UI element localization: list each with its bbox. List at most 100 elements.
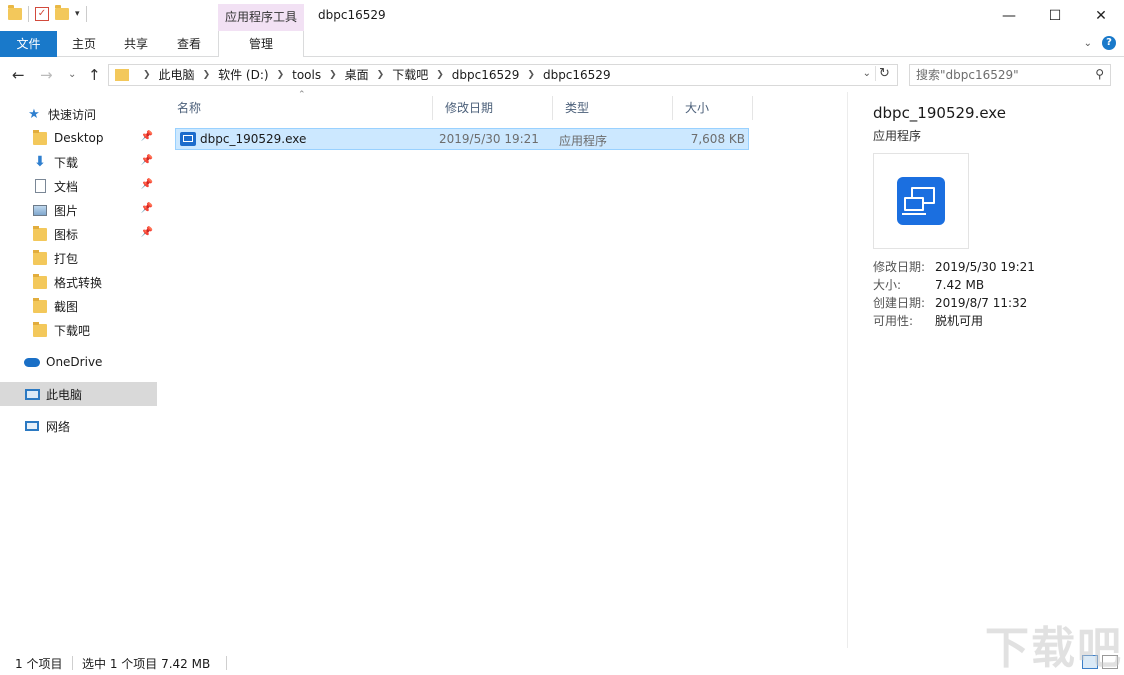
nav-onedrive[interactable]: OneDrive — [0, 350, 157, 374]
tab-share[interactable]: 共享 — [112, 31, 160, 57]
column-header-size[interactable]: 大小 — [673, 96, 753, 120]
property-row: 大小: 7.42 MB — [873, 276, 1035, 294]
properties-icon[interactable]: ✓ — [35, 7, 49, 21]
chevron-right-icon[interactable]: ❯ — [203, 67, 211, 83]
nav-quick-access[interactable]: ★ 快速访问 — [0, 102, 157, 126]
pin-icon[interactable]: 📌 — [141, 155, 153, 166]
context-tab-header: 应用程序工具 — [218, 4, 304, 31]
app-monitor-icon — [897, 177, 945, 225]
property-value: 7.42 MB — [935, 278, 985, 292]
tab-view[interactable]: 查看 — [166, 31, 212, 57]
table-row[interactable]: dbpc_190529.exe 2019/5/30 19:21 应用程序 7,6… — [175, 128, 749, 150]
chevron-right-icon[interactable]: ❯ — [277, 67, 285, 83]
property-key: 创建日期: — [873, 296, 926, 310]
customize-toolbar-chevron-down-icon[interactable]: ▾ — [75, 9, 80, 19]
property-value: 2019/5/30 19:21 — [935, 260, 1035, 274]
breadcrumb: ❯ 此电脑 ❯ 软件 (D:) ❯ tools ❯ 桌面 ❯ 下载吧 ❯ dbp… — [135, 67, 611, 83]
property-row: 修改日期: 2019/5/30 19:21 — [873, 258, 1035, 276]
nav-label: 文档 — [54, 179, 79, 194]
recent-locations-chevron-down-icon[interactable]: ⌄ — [68, 69, 76, 80]
column-header-name[interactable]: 名称 — [165, 96, 433, 120]
nav-item-xiazaiba[interactable]: 下载吧 — [0, 318, 157, 342]
nav-item-downloads[interactable]: ⬇ 下载 📌 — [0, 150, 157, 174]
ribbon-tabs: 文件 主页 共享 查看 管理 ⌄ ? — [0, 31, 1124, 57]
tab-home[interactable]: 主页 — [62, 31, 106, 57]
folder-icon — [115, 69, 129, 81]
address-row: ← → ⌄ ↑ ❯ 此电脑 ❯ 软件 (D:) ❯ tools ❯ 桌面 ❯ 下… — [0, 58, 1124, 92]
pin-icon[interactable]: 📌 — [141, 227, 153, 238]
nav-label: 格式转换 — [54, 275, 103, 290]
ribbon-controls: ⌄ ? — [1084, 36, 1116, 50]
chevron-right-icon[interactable]: ❯ — [436, 67, 444, 83]
chevron-right-icon[interactable]: ❯ — [527, 67, 535, 83]
nav-label: 图标 — [54, 227, 79, 242]
chevron-right-icon[interactable]: ❯ — [143, 67, 151, 83]
nav-item-format-convert[interactable]: 格式转换 — [0, 270, 157, 294]
file-modified: 2019/5/30 19:21 — [439, 132, 539, 146]
search-input[interactable] — [916, 67, 1086, 83]
maximize-button[interactable]: ☐ — [1032, 0, 1078, 31]
breadcrumb-item[interactable]: 桌面 — [345, 67, 369, 83]
pin-icon[interactable]: 📌 — [141, 131, 153, 142]
up-arrow-icon[interactable]: ↑ — [88, 66, 101, 84]
help-icon[interactable]: ? — [1102, 36, 1116, 50]
new-folder-icon[interactable] — [55, 5, 69, 20]
nav-item-documents[interactable]: 文档 📌 — [0, 174, 157, 198]
window-controls: — ☐ ✕ — [986, 0, 1124, 31]
column-header-type[interactable]: 类型 — [553, 96, 673, 120]
breadcrumb-item[interactable]: 下载吧 — [392, 67, 428, 83]
minimize-button[interactable]: — — [986, 0, 1032, 31]
details-properties: 修改日期: 2019/5/30 19:21 大小: 7.42 MB 创建日期: … — [873, 258, 1035, 330]
cloud-icon — [24, 354, 40, 370]
property-value: 2019/8/7 11:32 — [935, 296, 1028, 310]
file-type: 应用程序 — [559, 134, 608, 148]
chevron-right-icon[interactable]: ❯ — [377, 67, 385, 83]
expand-ribbon-chevron-down-icon[interactable]: ⌄ — [1084, 38, 1092, 49]
nav-item-screenshots[interactable]: 截图 — [0, 294, 157, 318]
pin-icon[interactable]: 📌 — [141, 203, 153, 214]
back-arrow-icon[interactable]: ← — [12, 66, 25, 84]
nav-label: 截图 — [54, 299, 79, 314]
file-size: 7,608 KB — [690, 132, 745, 146]
property-value: 脱机可用 — [935, 314, 984, 328]
pin-icon[interactable]: 📌 — [141, 179, 153, 190]
breadcrumb-item[interactable]: 此电脑 — [159, 67, 195, 83]
tab-manage[interactable]: 管理 — [218, 31, 304, 57]
property-row: 创建日期: 2019/8/7 11:32 — [873, 294, 1035, 312]
breadcrumb-item[interactable]: tools — [292, 67, 321, 83]
refresh-icon[interactable]: ↻ — [875, 66, 893, 81]
folder-icon — [32, 321, 48, 338]
file-name: dbpc_190529.exe — [200, 132, 307, 146]
status-bar: 1 个项目 选中 1 个项目 7.42 MB — [0, 650, 1124, 675]
column-header-modified[interactable]: 修改日期 — [433, 96, 553, 120]
breadcrumb-item[interactable]: dbpc16529 — [543, 67, 611, 83]
item-count: 1 个项目 — [15, 657, 63, 671]
nav-item-desktop[interactable]: Desktop 📌 — [0, 126, 157, 150]
search-box: ⚲ — [909, 64, 1111, 86]
folder-icon — [32, 273, 48, 290]
chevron-right-icon[interactable]: ❯ — [329, 67, 337, 83]
picture-icon — [32, 202, 48, 218]
download-icon: ⬇ — [34, 154, 46, 170]
nav-label: 网络 — [46, 419, 71, 434]
nav-item-package[interactable]: 打包 — [0, 246, 157, 270]
nav-this-pc[interactable]: 此电脑 — [0, 382, 157, 406]
file-thumbnail — [873, 153, 969, 249]
nav-network[interactable]: 网络 — [0, 414, 157, 438]
address-history-chevron-down-icon[interactable]: ⌄ — [863, 68, 871, 79]
nav-item-pictures[interactable]: 图片 📌 — [0, 198, 157, 222]
breadcrumb-item[interactable]: 软件 (D:) — [218, 67, 268, 83]
address-bar[interactable]: ❯ 此电脑 ❯ 软件 (D:) ❯ tools ❯ 桌面 ❯ 下载吧 ❯ dbp… — [108, 64, 898, 86]
search-icon[interactable]: ⚲ — [1095, 67, 1104, 81]
forward-arrow-icon[interactable]: → — [40, 66, 53, 84]
nav-label: OneDrive — [46, 355, 103, 369]
window-title: dbpc16529 — [318, 8, 386, 22]
folder-icon — [32, 129, 48, 146]
folder-icon[interactable] — [8, 5, 22, 20]
nav-item-icons[interactable]: 图标 📌 — [0, 222, 157, 246]
nav-label: Desktop — [54, 131, 104, 145]
breadcrumb-item[interactable]: dbpc16529 — [452, 67, 520, 83]
tab-file[interactable]: 文件 — [0, 31, 57, 57]
close-button[interactable]: ✕ — [1078, 0, 1124, 31]
file-list: ⌃ 名称 修改日期 类型 大小 dbpc_190529.exe 2019/5/3… — [165, 90, 845, 648]
